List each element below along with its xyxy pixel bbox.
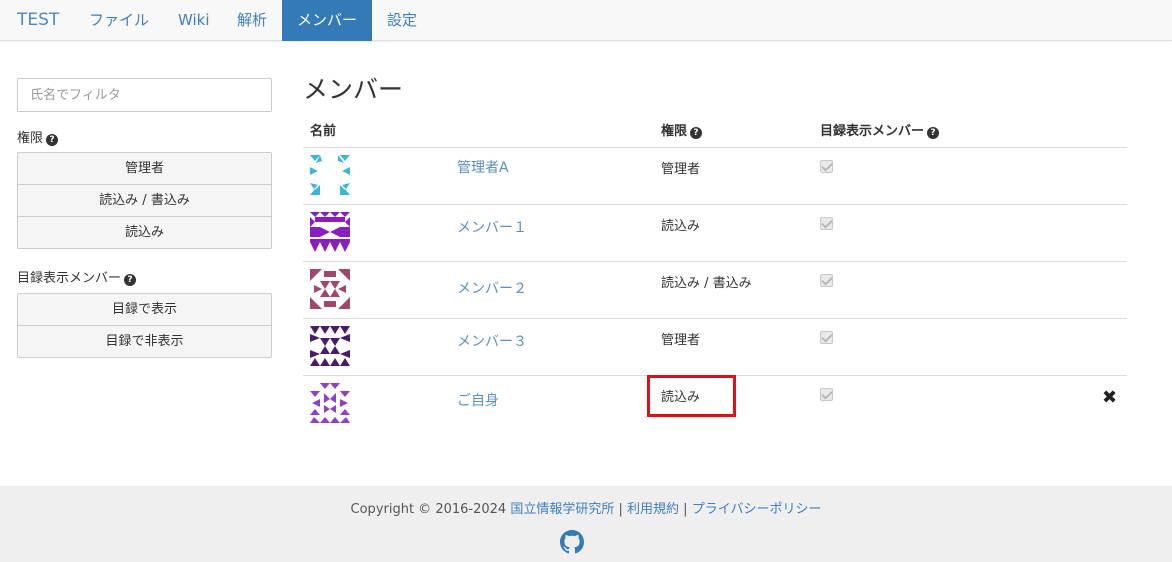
nav-tab-files[interactable]: ファイル	[89, 0, 149, 41]
highlight-box	[647, 375, 736, 417]
permission-filter-heading: 権限?	[17, 127, 59, 146]
footer: Copyright © 2016-2024 国立情報学研究所 | 利用規約 | …	[0, 486, 1172, 562]
column-header-directory: 目録表示メンバー?	[820, 120, 940, 139]
filter-unlisted-button[interactable]: 目録で非表示	[17, 325, 272, 358]
name-filter-input[interactable]	[17, 78, 272, 112]
permission-filter-group: 管理者 読込み / 書込み 読込み	[17, 152, 272, 249]
member-row: メンバー１ 読込み	[303, 204, 1127, 261]
filter-read-button[interactable]: 読込み	[17, 216, 272, 249]
question-circle-icon[interactable]: ?	[927, 127, 940, 139]
question-circle-icon[interactable]: ?	[124, 274, 137, 286]
directory-filter-heading: 目録表示メンバー?	[17, 267, 137, 286]
member-row: メンバー２ 読込み / 書込み	[303, 261, 1127, 318]
member-permission[interactable]: 管理者	[661, 158, 700, 177]
footer-separator: |	[683, 502, 688, 517]
member-name-link[interactable]: ご自身	[457, 390, 499, 410]
page-title: メンバー	[303, 75, 404, 104]
filter-admin-button[interactable]: 管理者	[17, 152, 272, 185]
column-header-permission: 権限?	[661, 120, 703, 139]
member-permission[interactable]: 読込み / 書込み	[661, 272, 752, 291]
identicon-avatar	[310, 269, 350, 309]
nav-tab-settings[interactable]: 設定	[387, 0, 417, 41]
question-circle-icon[interactable]: ?	[46, 134, 59, 146]
github-icon[interactable]	[560, 530, 584, 554]
nav-tab-members[interactable]: メンバー	[282, 0, 372, 41]
column-header-permission-label: 権限	[661, 124, 688, 139]
footer-link-terms[interactable]: 利用規約	[627, 502, 679, 517]
directory-filter-label: 目録表示メンバー	[17, 271, 122, 286]
member-name-link[interactable]: 管理者A	[457, 157, 509, 177]
identicon-avatar	[310, 212, 350, 252]
footer-link-privacy[interactable]: プライバシーポリシー	[692, 502, 822, 517]
footer-link-nii[interactable]: 国立情報学研究所	[510, 502, 614, 517]
directory-checkbox	[820, 331, 833, 344]
identicon-avatar	[310, 326, 350, 366]
question-circle-icon[interactable]: ?	[690, 127, 703, 139]
copyright-text: Copyright © 2016-2024	[350, 502, 507, 517]
nav-tab-analysis[interactable]: 解析	[237, 0, 267, 41]
member-row: メンバー３ 管理者	[303, 318, 1127, 375]
column-header-directory-label: 目録表示メンバー	[820, 124, 925, 139]
directory-checkbox	[820, 388, 833, 401]
column-header-name: 名前	[310, 124, 337, 139]
remove-member-icon[interactable]: ✖	[1102, 389, 1117, 407]
top-navbar: TEST ファイル Wiki 解析 メンバー 設定	[0, 0, 1172, 41]
member-name-link[interactable]: メンバー１	[457, 217, 527, 237]
identicon-avatar	[310, 155, 350, 195]
member-name-link[interactable]: メンバー２	[457, 278, 527, 298]
member-row: 管理者A 管理者	[303, 147, 1127, 204]
member-name-link[interactable]: メンバー３	[457, 331, 527, 351]
filter-readwrite-button[interactable]: 読込み / 書込み	[17, 184, 272, 217]
footer-separator: |	[618, 502, 623, 517]
directory-filter-group: 目録で表示 目録で非表示	[17, 293, 272, 358]
directory-checkbox	[820, 160, 833, 173]
brand-link[interactable]: TEST	[17, 0, 59, 41]
permission-filter-label: 権限	[17, 131, 44, 146]
nav-tab-wiki[interactable]: Wiki	[178, 0, 210, 41]
member-permission[interactable]: 管理者	[661, 329, 700, 348]
member-permission[interactable]: 読込み	[661, 215, 700, 234]
directory-checkbox	[820, 217, 833, 230]
directory-checkbox	[820, 274, 833, 287]
filter-listed-button[interactable]: 目録で表示	[17, 293, 272, 326]
footer-text: Copyright © 2016-2024 国立情報学研究所 | 利用規約 | …	[0, 498, 1172, 517]
identicon-avatar	[310, 383, 350, 423]
